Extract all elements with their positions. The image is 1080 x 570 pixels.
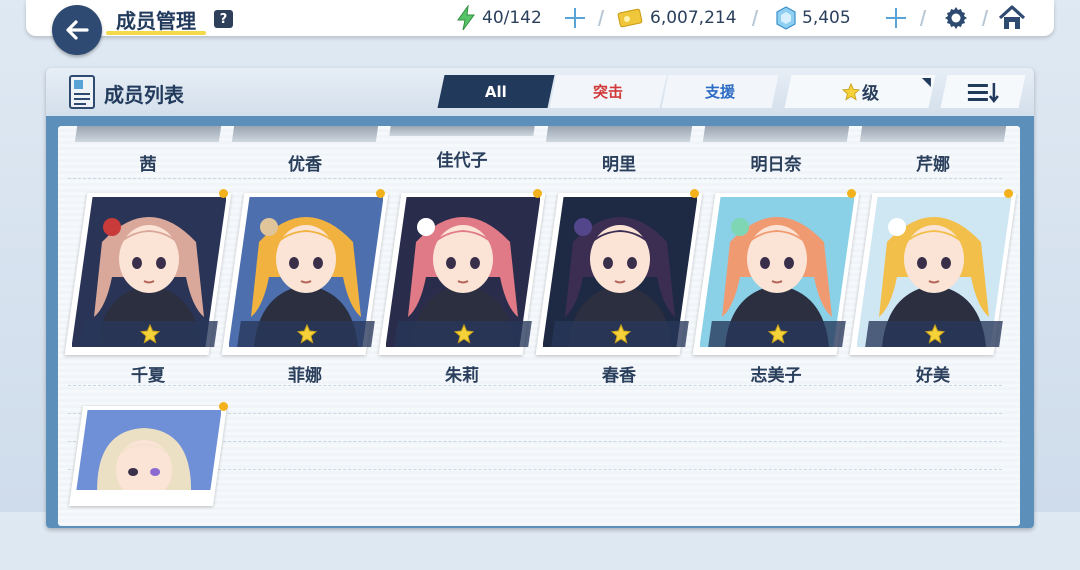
student-card[interactable]: 好美 [849,189,1017,386]
page-title: 成员管理 [116,9,196,33]
new-indicator-dot [690,189,699,198]
ap-counter: 40/142 [482,8,542,28]
student-portrait [76,410,222,490]
settings-gear-icon[interactable] [942,4,970,32]
new-indicator-dot [1004,189,1013,198]
home-icon[interactable] [998,4,1026,32]
dropdown-corner-icon [921,78,931,87]
help-button[interactable]: ? [214,10,233,28]
student-card[interactable] [68,402,228,570]
tab-all[interactable]: All [437,75,555,108]
title-underline [106,31,206,35]
star-icon [841,82,860,101]
new-indicator-dot [533,189,542,198]
add-ap-button[interactable] [564,7,586,29]
new-indicator-dot [847,189,856,198]
star-icon [611,324,631,344]
student-card[interactable]: 菲娜 [221,189,389,386]
student-name: 茜 [139,155,157,175]
student-name: 菲娜 [288,366,322,386]
panel-title: 成员列表 [104,83,184,107]
tab-support[interactable]: 支援 [661,75,779,108]
new-indicator-dot [219,189,228,198]
credit-icon [616,4,644,32]
arrow-left-icon [66,20,89,40]
student-list-icon [68,74,98,110]
portrait-art [76,410,222,490]
add-gem-button[interactable] [885,7,907,29]
student-name: 志美子 [750,366,802,386]
back-button[interactable] [52,5,102,55]
student-card[interactable]: 春香 [535,189,703,386]
student-card[interactable] [545,126,693,142]
student-name: 明里 [602,155,636,175]
row-divider [68,178,1002,180]
student-name: 佳代子 [436,151,488,171]
star-icon [297,324,317,344]
star-icon [768,324,788,344]
student-name: 朱莉 [445,366,479,386]
student-card[interactable] [231,126,379,142]
star-icon [925,324,945,344]
student-name: 芹娜 [916,155,950,175]
sort-button[interactable]: 级 [784,75,936,108]
student-name: 好美 [916,366,950,386]
ap-lightning-icon [452,4,480,32]
tab-all-label: All [485,82,507,101]
tab-strike-label: 突击 [592,83,623,101]
sort-order-button[interactable] [940,75,1026,108]
student-name: 明日奈 [750,155,802,175]
sort-label: 级 [861,84,879,104]
student-card[interactable] [859,126,1007,142]
student-card[interactable]: 朱莉 [378,189,546,386]
student-name: 春香 [602,366,636,386]
tab-support-label: 支援 [704,83,735,101]
student-name: 优香 [288,155,322,175]
student-card[interactable] [389,126,535,136]
credit-counter: 6,007,214 [650,8,737,28]
student-card[interactable]: 志美子 [692,189,860,386]
new-indicator-dot [219,402,228,411]
star-icon [454,324,474,344]
student-card[interactable] [74,126,222,142]
tab-strike[interactable]: 突击 [549,75,667,108]
gem-icon [772,4,800,32]
student-name: 千夏 [131,366,165,386]
student-card[interactable]: 千夏 [64,189,232,386]
gem-counter: 5,405 [802,8,851,28]
new-indicator-dot [376,189,385,198]
student-card[interactable] [702,126,850,142]
sort-descending-icon [968,82,999,103]
star-icon [140,324,160,344]
